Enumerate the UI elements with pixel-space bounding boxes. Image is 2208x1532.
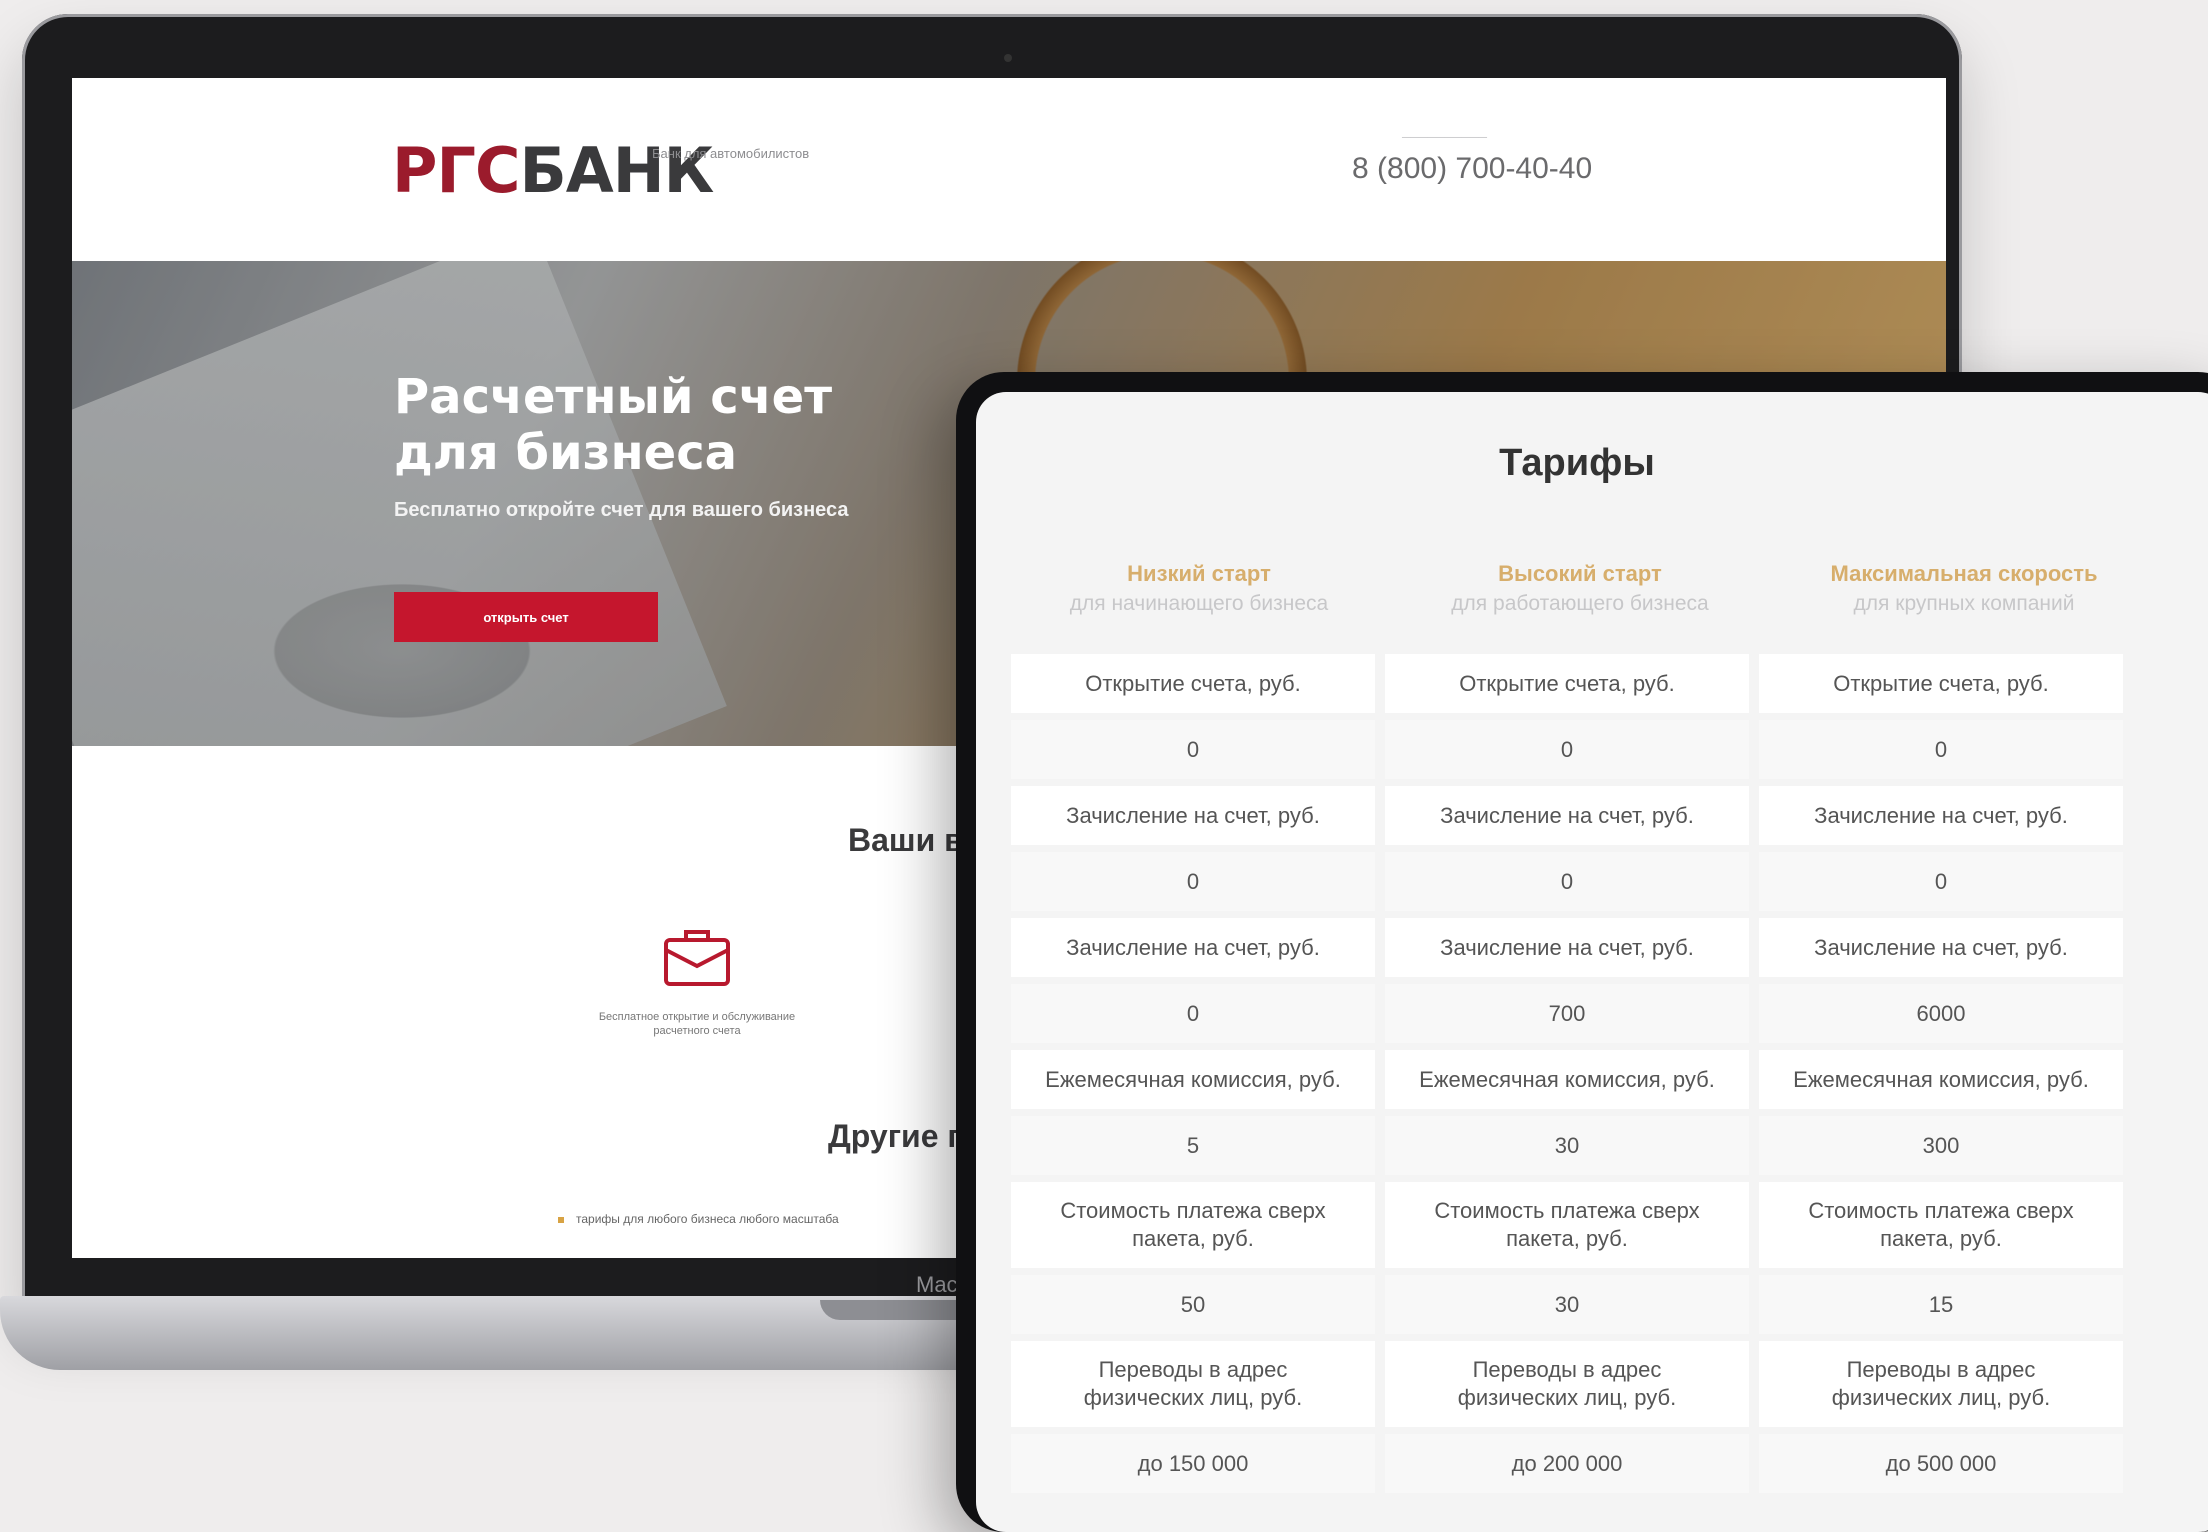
logo-part1: РГС: [392, 134, 520, 207]
plan-name: Высокий старт: [1498, 561, 1662, 586]
table-label-cell: Зачисление на счет, руб.: [1011, 918, 1375, 977]
phone-number[interactable]: 8 (800) 700-40-40: [1352, 152, 1592, 186]
plan-header-low-start[interactable]: Низкий старт для начинающего бизнеса: [1011, 559, 1387, 619]
table-value-cell: 30: [1385, 1275, 1749, 1334]
table-label-cell: Стоимость платежа сверх пакета, руб.: [1011, 1182, 1375, 1268]
table-label-cell: Переводы в адрес физических лиц, руб.: [1011, 1341, 1375, 1427]
table-label-cell: Переводы в адрес физических лиц, руб.: [1385, 1341, 1749, 1427]
table-label-cell: Зачисление на счет, руб.: [1759, 786, 2123, 845]
hero-title-line1: Расчетный счет: [394, 369, 833, 425]
tablet-screen: Тарифы Низкий старт для начинающего бизн…: [976, 392, 2208, 1532]
table-value-cell: 0: [1011, 984, 1375, 1043]
table-value-cell: 0: [1385, 852, 1749, 911]
table-value-cell: до 200 000: [1385, 1434, 1749, 1493]
table-row: Стоимость платежа сверх пакета, руб. Стои…: [1011, 1182, 2208, 1268]
table-value-cell: 0: [1011, 720, 1375, 779]
site-header: РГСБАНК Банк для автомобилистов ────────…: [72, 78, 1946, 261]
table-label-cell: Стоимость платежа сверх пакета, руб.: [1759, 1182, 2123, 1268]
plan-header-high-start[interactable]: Высокий старт для работающего бизнеса: [1392, 559, 1768, 619]
table-row: Зачисление на счет, руб. Зачисление на сч…: [1011, 918, 2208, 977]
table-row: Зачисление на счет, руб. Зачисление на сч…: [1011, 786, 2208, 845]
table-label-cell: Ежемесячная комиссия, руб.: [1759, 1050, 2123, 1109]
table-label-cell: Ежемесячная комиссия, руб.: [1385, 1050, 1749, 1109]
other-products-item[interactable]: тарифы для любого бизнеса любого масштаб…: [558, 1212, 839, 1226]
tariffs-title: Тарифы: [1499, 442, 1655, 484]
table-label-cell: Ежемесячная комиссия, руб.: [1011, 1050, 1375, 1109]
table-value-cell: до 150 000: [1011, 1434, 1375, 1493]
camera-icon: [1004, 54, 1012, 62]
table-label-cell: Открытие счета, руб.: [1385, 654, 1749, 713]
tablet-frame: Тарифы Низкий старт для начинающего бизн…: [956, 372, 2208, 1532]
table-label-cell: Стоимость платежа сверх пакета, руб.: [1385, 1182, 1749, 1268]
tariff-table: Открытие счета, руб. Открытие счета, руб.…: [1011, 654, 2208, 1500]
table-value-cell: 6000: [1759, 984, 2123, 1043]
table-label-cell: Открытие счета, руб.: [1759, 654, 2123, 713]
phone-caption: ──────────: [1402, 130, 1488, 144]
table-row: 0 700 6000: [1011, 984, 2208, 1043]
table-value-cell: 30: [1385, 1116, 1749, 1175]
plan-description: для начинающего бизнеса: [1069, 592, 1329, 615]
table-value-cell: 0: [1385, 720, 1749, 779]
tagline: Банк для автомобилистов: [652, 146, 810, 161]
hero-title-line2: для бизнеса: [394, 425, 738, 481]
table-row: до 150 000 до 200 000 до 500 000: [1011, 1434, 2208, 1493]
advantage-caption-1: Бесплатное открытие и обслуживание расче…: [598, 1011, 796, 1037]
table-row: Переводы в адрес физических лиц, руб. Пер…: [1011, 1341, 2208, 1427]
table-row: Открытие счета, руб. Открытие счета, руб.…: [1011, 654, 2208, 713]
plan-description: для крупных компаний: [1853, 592, 2075, 615]
table-row: Ежемесячная комиссия, руб. Ежемесячная ко…: [1011, 1050, 2208, 1109]
plan-name: Низкий старт: [1127, 561, 1271, 586]
table-value-cell: 5: [1011, 1116, 1375, 1175]
table-value-cell: 0: [1759, 852, 2123, 911]
table-value-cell: 0: [1759, 720, 2123, 779]
table-label-cell: Переводы в адрес физических лиц, руб.: [1759, 1341, 2123, 1427]
laptop-brand-label: Mac: [916, 1272, 958, 1297]
plan-header-max-speed[interactable]: Максимальная скорость для крупных компан…: [1776, 559, 2152, 619]
table-value-cell: до 500 000: [1759, 1434, 2123, 1493]
table-value-cell: 15: [1759, 1275, 2123, 1334]
table-label-cell: Зачисление на счет, руб.: [1385, 786, 1749, 845]
table-row: 5 30 300: [1011, 1116, 2208, 1175]
table-label-cell: Открытие счета, руб.: [1011, 654, 1375, 713]
table-value-cell: 700: [1385, 984, 1749, 1043]
table-value-cell: 0: [1011, 852, 1375, 911]
hero-title: Расчетный счет для бизнеса: [394, 369, 832, 481]
briefcase-icon: [664, 930, 730, 986]
table-value-cell: 50: [1011, 1275, 1375, 1334]
table-label-cell: Зачисление на счет, руб.: [1759, 918, 2123, 977]
plan-name: Максимальная скорость: [1830, 561, 2098, 586]
plan-description: для работающего бизнеса: [1451, 592, 1709, 615]
table-row: 000: [1011, 720, 2208, 779]
table-row: 50 30 15: [1011, 1275, 2208, 1334]
hero-subtitle: Бесплатно откройте счет для вашего бизне…: [394, 499, 849, 521]
table-row: 000: [1011, 852, 2208, 911]
table-value-cell: 300: [1759, 1116, 2123, 1175]
table-label-cell: Зачисление на счет, руб.: [1385, 918, 1749, 977]
table-label-cell: Зачисление на счет, руб.: [1011, 786, 1375, 845]
open-account-button[interactable]: открыть счет: [394, 592, 658, 642]
